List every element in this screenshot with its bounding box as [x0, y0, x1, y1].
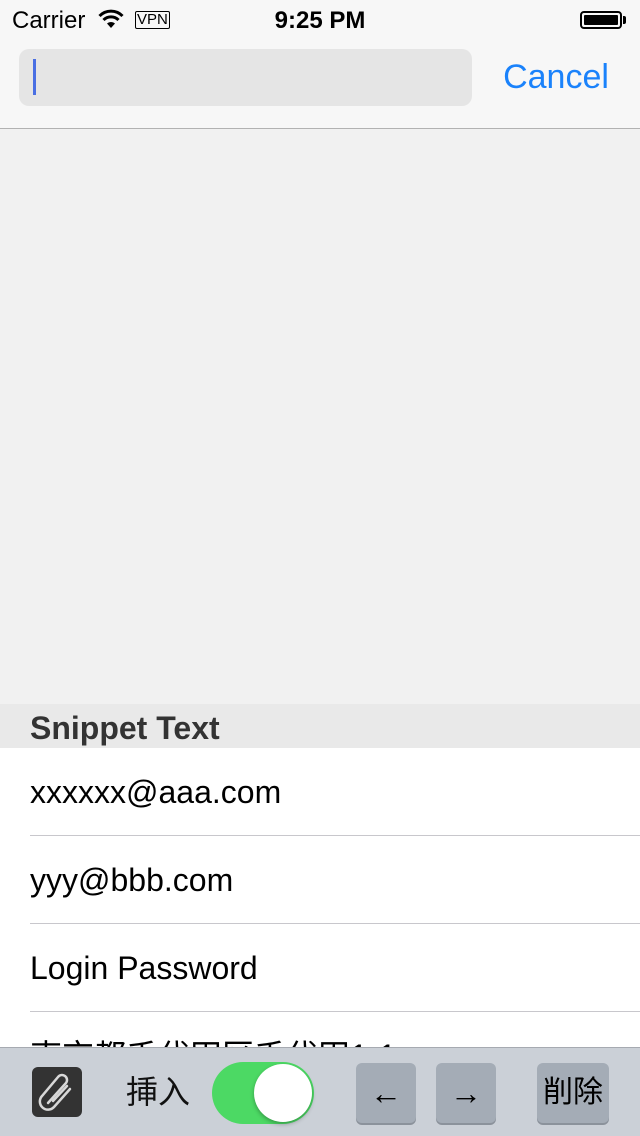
- status-bar: Carrier VPN 9:25 PM: [0, 0, 640, 40]
- list-item[interactable]: yyy@bbb.com: [0, 836, 640, 924]
- list-item-label: yyy@bbb.com: [30, 862, 234, 898]
- insert-toggle[interactable]: [212, 1062, 314, 1124]
- section-header: Snippet Text: [0, 704, 640, 748]
- battery-icon: [580, 11, 622, 29]
- list-item[interactable]: Login Password: [0, 924, 640, 1012]
- list-item[interactable]: 東京都千代田区千代田1-1: [0, 1012, 640, 1048]
- paperclip-button[interactable]: [32, 1067, 82, 1117]
- paperclip-icon: [38, 1073, 72, 1111]
- search-field[interactable]: [19, 49, 472, 106]
- list-item-label: xxxxxx@aaa.com: [30, 774, 282, 810]
- toggle-knob: [254, 1064, 312, 1122]
- cursor-right-button[interactable]: →: [436, 1063, 496, 1123]
- cancel-button[interactable]: Cancel: [489, 55, 623, 99]
- delete-button[interactable]: 削除: [537, 1063, 609, 1123]
- clock: 9:25 PM: [274, 7, 366, 34]
- insert-label: 挿入: [126, 1074, 191, 1110]
- cursor-left-button[interactable]: ←: [356, 1063, 416, 1123]
- search-input[interactable]: [33, 57, 457, 99]
- snippet-list[interactable]: xxxxxx@aaa.com yyy@bbb.com Login Passwor…: [0, 748, 640, 1048]
- list-item-label: Login Password: [30, 950, 258, 986]
- list-item[interactable]: xxxxxx@aaa.com: [0, 748, 640, 836]
- battery-tip: [623, 16, 626, 24]
- input-toolbar: 挿入 ← → 削除: [0, 1047, 640, 1136]
- section-title: Snippet Text: [30, 710, 220, 746]
- results-area: [0, 129, 640, 704]
